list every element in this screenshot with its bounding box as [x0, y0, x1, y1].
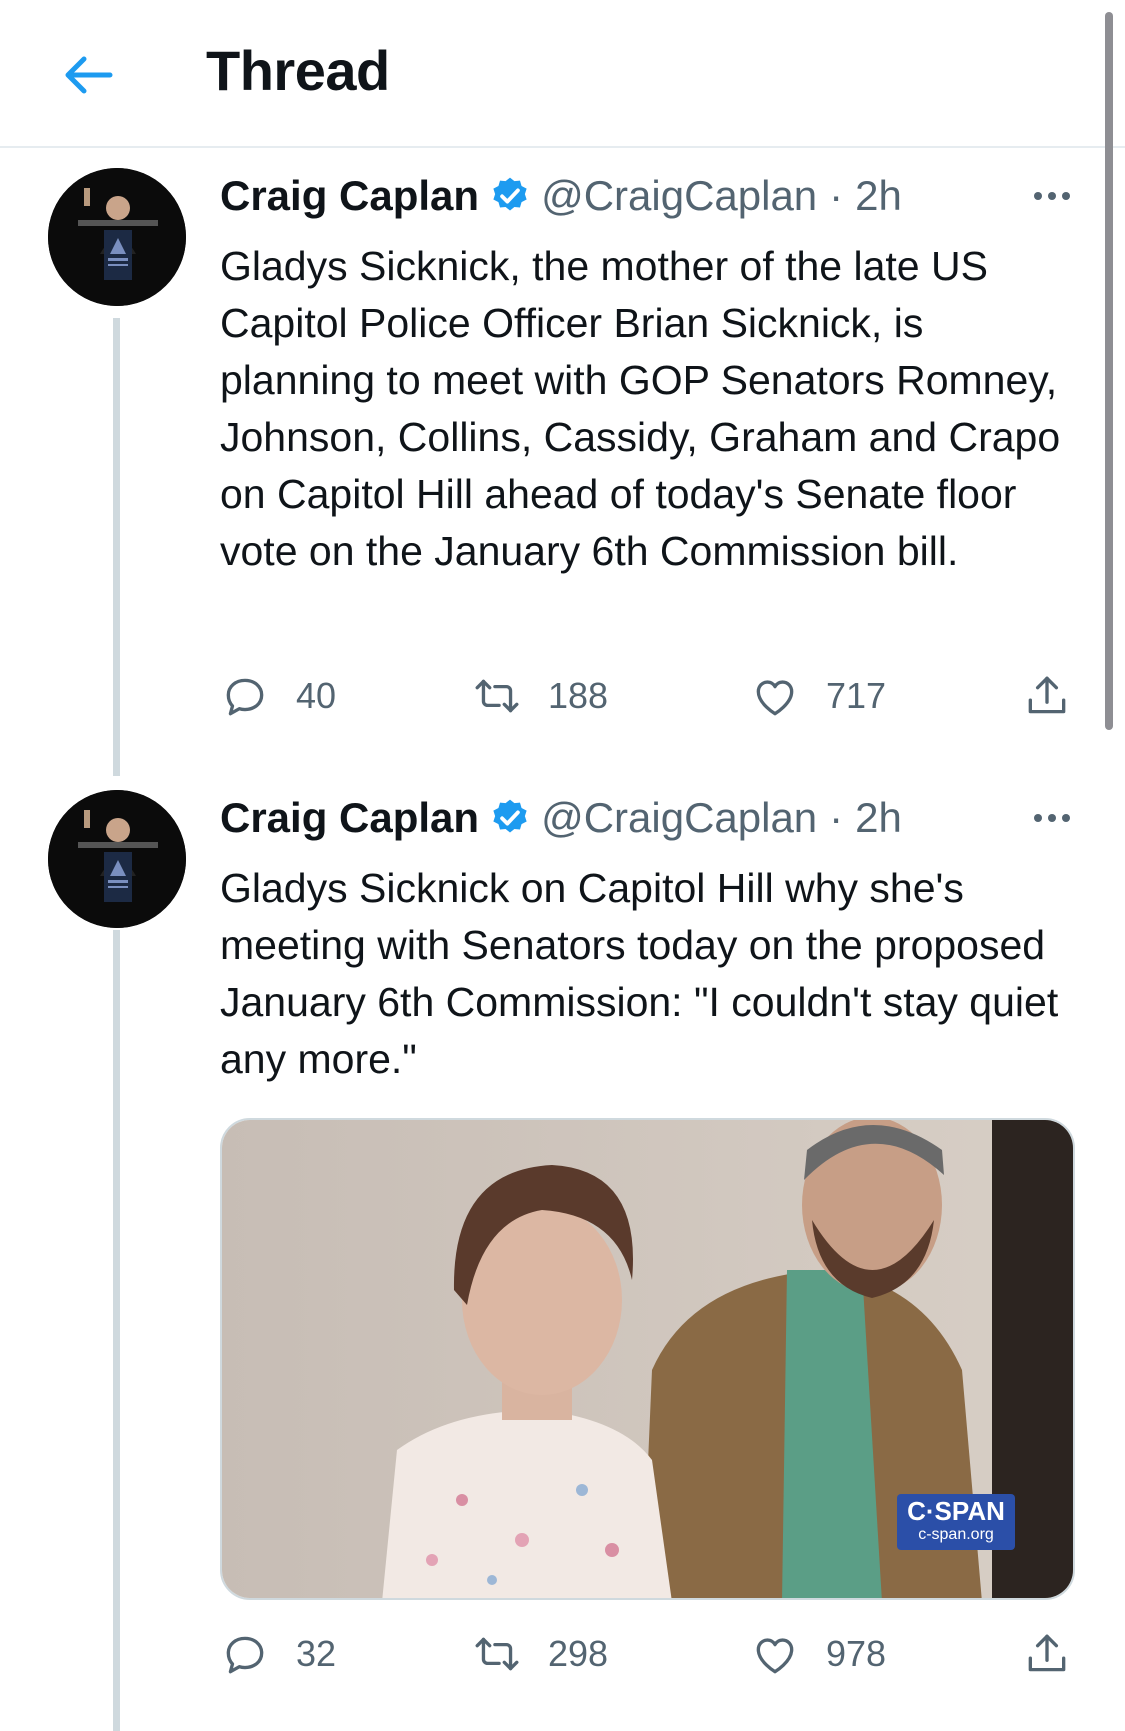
watermark-url: c-span.org — [918, 1526, 994, 1543]
arrow-left-icon — [65, 56, 113, 94]
author-handle[interactable]: @CraigCaplan — [541, 172, 817, 220]
reply-icon — [220, 1629, 270, 1679]
reply-button[interactable]: 32 — [220, 1626, 336, 1682]
author-name[interactable]: Craig Caplan — [220, 172, 479, 220]
tweet-text: Gladys Sicknick on Capitol Hill why she'… — [220, 865, 1059, 1082]
cspan-watermark: C·SPAN c-span.org — [897, 1494, 1015, 1550]
avatar[interactable] — [48, 790, 186, 928]
share-icon — [1022, 1629, 1072, 1679]
tweet-media-video[interactable]: C·SPAN c-span.org — [220, 1118, 1075, 1600]
verified-badge-icon — [489, 175, 531, 217]
retweet-count: 298 — [548, 1633, 609, 1674]
share-button[interactable] — [1022, 1626, 1072, 1682]
page-title: Thread — [206, 39, 390, 102]
retweet-button[interactable]: 188 — [472, 668, 608, 724]
more-horizontal-icon — [1034, 814, 1070, 822]
avatar-image — [48, 790, 186, 928]
verified-badge-icon — [489, 797, 531, 839]
tweet-header: Craig Caplan @CraigCaplan · 2h — [220, 168, 902, 224]
heart-icon — [750, 671, 800, 721]
like-button[interactable]: 978 — [750, 1626, 886, 1682]
like-count: 978 — [826, 1633, 887, 1674]
like-count: 717 — [826, 675, 887, 716]
share-icon — [1022, 671, 1072, 721]
timestamp[interactable]: 2h — [855, 794, 902, 842]
back-button[interactable] — [58, 50, 118, 100]
retweet-count: 188 — [548, 675, 609, 716]
tweet-header: Craig Caplan @CraigCaplan · 2h — [220, 790, 902, 846]
thread-connector — [113, 930, 120, 1731]
timestamp[interactable]: 2h — [855, 172, 902, 220]
share-button[interactable] — [1022, 668, 1072, 724]
more-button[interactable] — [1028, 798, 1076, 838]
avatar[interactable] — [48, 168, 186, 306]
avatar-image — [48, 168, 186, 306]
top-bar: Thread — [0, 0, 1125, 148]
thread-connector — [113, 318, 120, 776]
retweet-icon — [472, 671, 522, 721]
more-horizontal-icon — [1034, 192, 1070, 200]
reply-icon — [220, 671, 270, 721]
reply-button[interactable]: 40 — [220, 668, 336, 724]
retweet-button[interactable]: 298 — [472, 1626, 608, 1682]
watermark-brand: C·SPAN — [907, 1496, 1005, 1526]
tweet-text: Gladys Sicknick, the mother of the late … — [220, 243, 1061, 574]
author-name[interactable]: Craig Caplan — [220, 794, 479, 842]
tweet-actions: 32 298 978 — [220, 1626, 1080, 1682]
reply-count: 32 — [296, 1633, 337, 1674]
tweet-actions: 40 188 717 — [220, 668, 1080, 724]
author-handle[interactable]: @CraigCaplan — [541, 794, 817, 842]
retweet-icon — [472, 1629, 522, 1679]
like-button[interactable]: 717 — [750, 668, 886, 724]
heart-icon — [750, 1629, 800, 1679]
more-button[interactable] — [1028, 176, 1076, 216]
reply-count: 40 — [296, 675, 337, 716]
separator-dot: · — [829, 794, 844, 841]
scrollbar[interactable] — [1105, 12, 1113, 730]
separator-dot: · — [829, 172, 844, 219]
